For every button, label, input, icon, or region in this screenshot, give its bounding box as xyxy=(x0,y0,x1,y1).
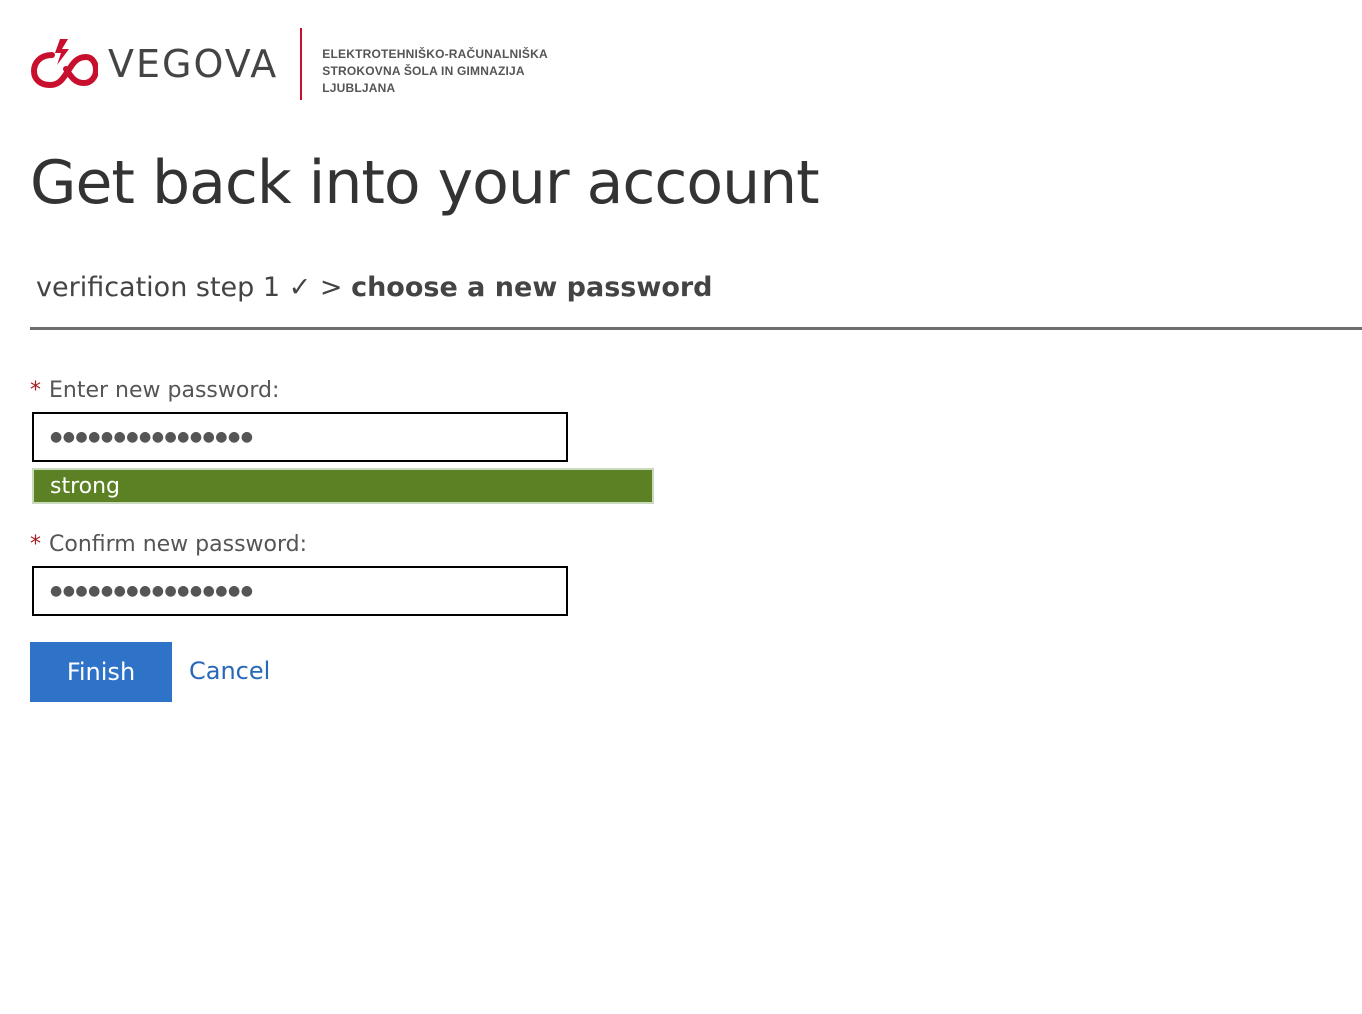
school-name: ELEKTROTEHNIŠKO-RAČUNALNIŠKA STROKOVNA Š… xyxy=(322,33,548,95)
password-strength-label: strong xyxy=(50,473,121,499)
new-password-label-text: Enter new password: xyxy=(49,378,280,403)
brand-wordmark: VEGOVA xyxy=(108,42,279,86)
confirm-password-input[interactable]: ●●●●●●●●●●●●●●●● xyxy=(32,566,568,616)
confirm-password-label: * Confirm new password: xyxy=(30,532,307,557)
school-name-line: LJUBLJANA xyxy=(322,81,396,95)
school-name-line: STROKOVNA ŠOLA IN GIMNAZIJA xyxy=(322,64,525,78)
step-separator: > xyxy=(319,272,343,303)
school-name-line: ELEKTROTEHNIŠKO-RAČUNALNIŠKA xyxy=(322,47,548,61)
header-divider xyxy=(300,28,303,100)
confirm-password-label-text: Confirm new password: xyxy=(49,532,308,557)
password-strength-indicator: strong xyxy=(32,468,654,504)
required-marker: * xyxy=(30,532,41,557)
new-password-value: ●●●●●●●●●●●●●●●● xyxy=(50,429,254,445)
step-current: choose a new password xyxy=(351,272,713,303)
new-password-input[interactable]: ●●●●●●●●●●●●●●●● xyxy=(32,412,568,462)
step-completed: verification step 1 ✓ xyxy=(36,272,312,303)
vegova-logo-icon xyxy=(30,39,98,89)
new-password-label: * Enter new password: xyxy=(30,378,279,403)
page-header: VEGOVA ELEKTROTEHNIŠKO-RAČUNALNIŠKA STRO… xyxy=(30,26,548,102)
finish-button[interactable]: Finish xyxy=(30,642,172,702)
confirm-password-value: ●●●●●●●●●●●●●●●● xyxy=(50,583,254,599)
cancel-link[interactable]: Cancel xyxy=(189,657,270,685)
step-progress: verification step 1 ✓ > choose a new pas… xyxy=(36,272,713,303)
required-marker: * xyxy=(30,378,41,403)
page-title: Get back into your account xyxy=(30,148,820,218)
section-divider xyxy=(30,327,1362,330)
